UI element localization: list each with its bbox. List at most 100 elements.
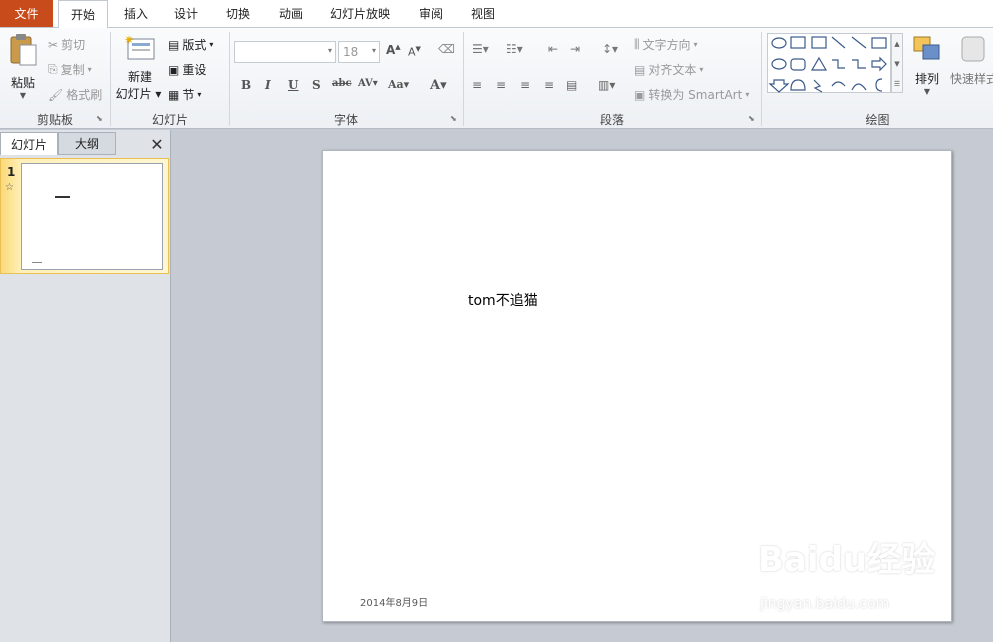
convert-smartart-button[interactable]: ▣ 转换为 SmartArt ▾	[634, 86, 749, 103]
paste-button[interactable]: 粘贴 ▼	[6, 33, 40, 111]
tab-file[interactable]: 文件	[0, 0, 53, 27]
slide-date[interactable]: 2014年8月9日	[360, 594, 428, 609]
bold-icon[interactable]: B	[241, 78, 251, 92]
section-button[interactable]: ▦ 节 ▾	[168, 86, 201, 103]
quick-styles-button[interactable]: 快速样式	[950, 33, 993, 103]
quick-styles-icon	[961, 36, 985, 62]
section-icon: ▦	[168, 87, 180, 102]
shape-rounded-rect-icon	[790, 58, 806, 71]
shape-cloud-icon	[771, 37, 787, 49]
chevron-down-icon: ▼	[923, 87, 931, 96]
cut-button[interactable]: ✂ 剪切	[48, 36, 85, 53]
layout-icon: ▤	[168, 37, 180, 52]
shape-vertical-textbox-icon	[811, 36, 827, 49]
font-name-combobox[interactable]: ▾	[234, 41, 336, 63]
reset-icon: ▣	[168, 62, 180, 77]
arrange-label: 排列	[914, 72, 939, 86]
chevron-down-icon: ▾	[699, 65, 704, 74]
copy-icon: ⎘	[48, 62, 58, 76]
text-direction-button[interactable]: ⫼ 文字方向 ▾	[634, 36, 698, 53]
increase-indent-icon[interactable]: ⇥	[570, 42, 580, 56]
chevron-down-icon: ▾	[197, 90, 202, 99]
font-group-label: 字体	[230, 111, 462, 128]
gallery-scroll[interactable]: ▲ ▼ ☰	[891, 33, 903, 93]
justify-icon[interactable]: ≡	[544, 78, 554, 92]
format-painter-button[interactable]: 🖌 格式刷	[48, 86, 102, 103]
columns-icon[interactable]: ▥▾	[598, 78, 615, 92]
clear-formatting-icon[interactable]: ⌫	[438, 42, 455, 56]
tab-insert[interactable]: 插入	[116, 0, 156, 27]
thumbnail-text-mark	[55, 196, 70, 198]
new-slide-button[interactable]: ✷ 新建 幻灯片 ▾	[116, 33, 164, 103]
close-icon[interactable]: ✕	[148, 135, 166, 154]
convert-smartart-label: 转换为 SmartArt	[648, 88, 743, 102]
reset-button[interactable]: ▣ 重设	[168, 61, 206, 78]
shape-elbow-arrow-icon	[852, 59, 866, 69]
slide-number: 1	[7, 165, 16, 179]
font-color-icon[interactable]: A▾	[430, 78, 447, 93]
dialog-launcher-icon[interactable]: ⬊	[748, 114, 755, 123]
arrange-icon	[913, 36, 940, 60]
arrange-button[interactable]: 排列 ▼	[910, 33, 944, 103]
watermark-url: jingyan.baidu.com	[760, 596, 890, 612]
slide-text[interactable]: tom不追猫	[468, 290, 538, 310]
tab-slideshow[interactable]: 幻灯片放映	[325, 0, 395, 27]
distributed-icon[interactable]: ▤	[566, 78, 577, 92]
tab-review[interactable]: 审阅	[410, 0, 452, 27]
underline-icon[interactable]: U	[288, 78, 298, 92]
font-size-value: 18	[343, 45, 359, 59]
numbering-icon[interactable]: ☷▾	[506, 42, 523, 56]
chevron-down-icon[interactable]: ▾	[328, 46, 332, 55]
drawing-group-label: 绘图	[762, 111, 993, 128]
text-direction-icon: ⫼	[634, 37, 640, 51]
layout-button[interactable]: ▤ 版式 ▾	[168, 36, 213, 53]
align-right-icon[interactable]: ≡	[520, 78, 530, 92]
tab-animations[interactable]: 动画	[270, 0, 312, 27]
cut-label: 剪切	[61, 38, 86, 52]
brush-icon: 🖌	[48, 87, 64, 102]
smartart-icon: ▣	[634, 87, 646, 102]
character-spacing-icon[interactable]: AV▾	[358, 78, 378, 89]
shape-arrow-line-icon	[851, 36, 867, 49]
chevron-down-icon[interactable]: ▾	[372, 46, 376, 55]
italic-icon[interactable]: I	[265, 78, 271, 92]
align-left-icon[interactable]: ≡	[472, 78, 482, 92]
bullets-icon[interactable]: ☰▾	[472, 42, 489, 56]
shape-flowchart-icon	[790, 79, 806, 91]
font-size-combobox[interactable]: 18 ▾	[338, 41, 380, 63]
shapes-gallery[interactable]	[767, 33, 891, 93]
shape-brace-icon	[875, 78, 883, 92]
line-spacing-icon[interactable]: ↕▾	[602, 42, 618, 56]
paste-label: 粘贴	[10, 76, 35, 90]
copy-button[interactable]: ⎘ 复制 ▾	[48, 61, 92, 78]
tab-slides[interactable]: 幻灯片	[0, 132, 58, 155]
align-text-button[interactable]: ▤ 对齐文本 ▾	[634, 61, 703, 78]
font-label: 字体	[333, 113, 358, 127]
shape-triangle-icon	[810, 56, 828, 71]
text-direction-label: 文字方向	[642, 38, 691, 52]
chevron-down-icon: ▾	[87, 65, 92, 74]
tab-outline[interactable]: 大纲	[58, 132, 116, 155]
section-label: 节	[182, 88, 195, 102]
strikethrough-icon[interactable]: abc	[332, 78, 352, 89]
decrease-indent-icon[interactable]: ⇤	[548, 42, 558, 56]
shape-textbox-icon	[790, 36, 806, 49]
shapes-gallery-icons	[768, 36, 887, 93]
svg-text:✷: ✷	[124, 33, 134, 47]
tab-view[interactable]: 视图	[462, 0, 504, 27]
grow-font-icon[interactable]: A▲	[386, 43, 401, 57]
text-shadow-icon[interactable]: S	[312, 78, 321, 92]
align-center-icon[interactable]: ≡	[496, 78, 506, 92]
paragraph-label: 段落	[599, 113, 624, 127]
change-case-icon[interactable]: Aa▾	[388, 78, 409, 91]
dialog-launcher-icon[interactable]: ⬊	[96, 114, 103, 123]
tab-design[interactable]: 设计	[166, 0, 206, 27]
slide-thumbnail[interactable]	[21, 163, 163, 270]
dialog-launcher-icon[interactable]: ⬊	[450, 114, 457, 123]
chevron-down-icon: ▾	[693, 40, 698, 49]
tab-transitions[interactable]: 切换	[218, 0, 258, 27]
tab-home[interactable]: 开始	[58, 0, 108, 28]
slides-label: 幻灯片	[151, 113, 188, 127]
shrink-font-icon[interactable]: A▼	[408, 45, 421, 59]
new-slide-label-1: 新建	[127, 70, 152, 84]
